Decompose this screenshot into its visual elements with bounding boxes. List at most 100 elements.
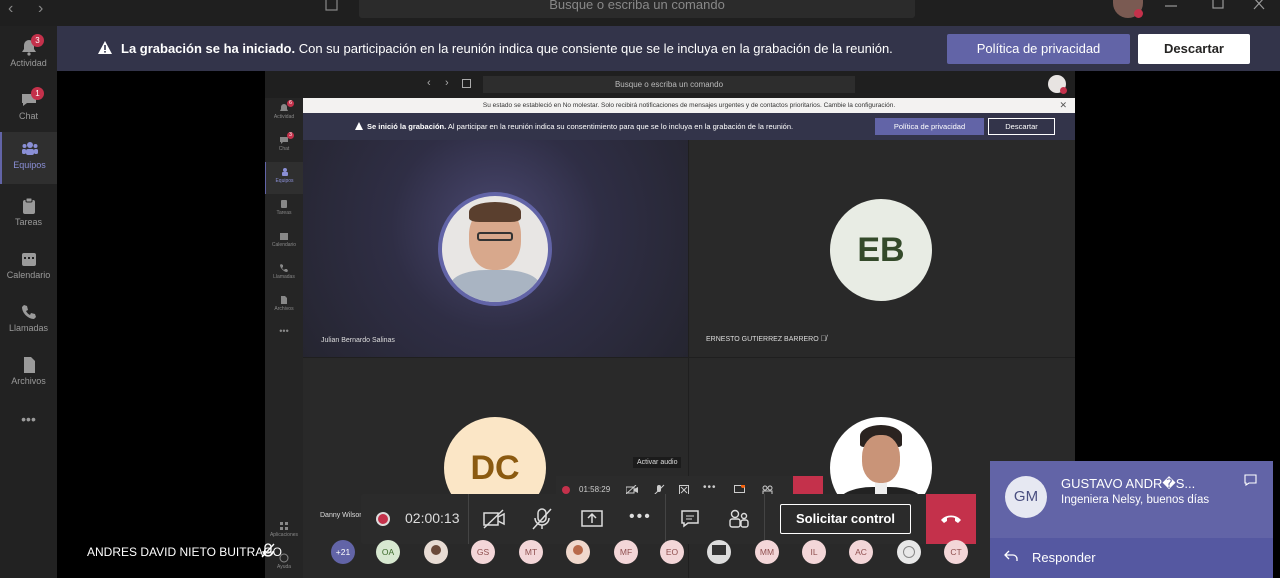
hang-up-button[interactable] (926, 494, 976, 544)
participant-photo[interactable] (566, 540, 590, 564)
request-control-button[interactable]: Solicitar control (780, 504, 911, 534)
video-tile-ernesto: EB ERNESTO GUTIERREZ BARRERO 🎙̸ (689, 140, 1075, 357)
open-chat-icon[interactable] (1244, 474, 1257, 486)
participants-icon[interactable] (729, 509, 749, 529)
warning-icon (98, 41, 112, 54)
participant-bubble[interactable]: MF (614, 540, 638, 564)
inner-timer: 01:58:29 (579, 485, 611, 494)
inner-dismiss-button: Descartar (988, 118, 1055, 135)
close-icon[interactable] (1253, 0, 1265, 10)
tooltip: Activar audio (633, 457, 682, 468)
mic-off-icon[interactable] (532, 507, 552, 531)
rail-item-calls[interactable]: Llamadas (0, 295, 57, 345)
sender-name: GUSTAVO ANDR�S... (1061, 476, 1196, 491)
status-dnd-icon (1134, 9, 1143, 18)
rail-item-files[interactable]: Archivos (0, 348, 57, 398)
participant-photo[interactable] (707, 540, 731, 564)
message-preview: Ingeniera Nelsy, buenos días (1061, 494, 1210, 506)
chat-notification[interactable]: GM GUSTAVO ANDR�S... Ingeniera Nelsy, bu… (990, 461, 1273, 578)
participant-bubble[interactable]: IL (802, 540, 826, 564)
inner-rail-more: ••• (279, 326, 289, 336)
participant-photo[interactable] (897, 540, 921, 564)
record-icon (376, 512, 390, 526)
notice-close-icon: ✕ (1059, 100, 1067, 110)
recording-message-bold: La grabación se ha iniciado. (121, 41, 296, 56)
participant-bubble[interactable]: CT (944, 540, 968, 564)
reply-button[interactable]: Responder (990, 538, 1273, 578)
video-tile-julian: Julian Bernardo Salinas (303, 140, 688, 357)
inner-back-icon: ‹ (427, 77, 431, 89)
rail-label: Calendario (6, 270, 51, 280)
recording-banner: La grabación se ha iniciado. Con su part… (57, 26, 1280, 71)
tile-name: Julian Bernardo Salinas (321, 337, 395, 344)
title-bar: ‹ › Busque o escriba un comando (0, 0, 1280, 26)
share-screen-icon[interactable] (581, 509, 603, 529)
rail-item-chat[interactable]: 1 Chat (0, 83, 57, 133)
chat-icon[interactable] (681, 510, 699, 528)
call-controls: 02:00:13 ••• Solicitar control (361, 494, 976, 544)
participant-bubble[interactable]: MM (755, 540, 779, 564)
tile-name: Danny Wilson (320, 512, 364, 519)
inner-record-icon (562, 486, 570, 494)
minimize-icon[interactable] (1165, 4, 1177, 8)
participant-bubble[interactable]: AC (849, 540, 873, 564)
rail-label: Tareas (14, 217, 42, 227)
divider (468, 494, 469, 544)
privacy-policy-button[interactable]: Política de privacidad (947, 34, 1130, 64)
participants-overflow[interactable]: +21 (331, 540, 355, 564)
inner-warning-icon (355, 122, 363, 130)
rail-item-calendar[interactable]: Calendario (0, 242, 57, 292)
compose-icon[interactable] (325, 0, 339, 12)
back-icon[interactable]: ‹ (8, 0, 13, 18)
inner-rail-calls: Llamadas (265, 258, 303, 290)
participant-bubble[interactable]: GS (471, 540, 495, 564)
inner-rail-teams: Equipos (265, 162, 303, 194)
participant-bubble[interactable]: EO (660, 540, 684, 564)
divider (764, 494, 765, 544)
teams-icon (21, 142, 38, 155)
inner-more-icon: ••• (703, 482, 717, 493)
dnd-notice: Su estado se estableció en No molestar. … (303, 98, 1075, 113)
phone-icon (21, 305, 36, 319)
reply-label: Responder (1032, 550, 1096, 565)
inner-title-bar: ‹ › Busque o escriba un comando (265, 71, 1075, 98)
activity-badge: 3 (31, 34, 44, 47)
inner-rail-chat: Chat 3 (265, 130, 303, 162)
rail-item-tasks[interactable]: Tareas (0, 189, 57, 239)
app-rail: 3 Actividad 1 Chat Equipos Tareas Calend… (0, 26, 57, 578)
participant-bubble[interactable]: OA (376, 540, 400, 564)
muted-mic-icon (261, 543, 275, 558)
reply-icon (1004, 550, 1018, 561)
inner-recording-banner: Se inició la grabación. Al participar en… (303, 113, 1075, 140)
inner-rail-files: Archivos (265, 290, 303, 322)
camera-off-icon[interactable] (483, 509, 505, 529)
rail-item-teams[interactable]: Equipos (0, 132, 57, 184)
search-input[interactable]: Busque o escriba un comando (359, 0, 915, 18)
maximize-icon[interactable] (1212, 0, 1224, 10)
recording-message-body: Con su participación en la reunión indic… (295, 41, 893, 56)
divider (665, 494, 666, 544)
inner-rail-activity: Actividad 6 (273, 100, 295, 120)
inner-compose-icon (462, 79, 471, 88)
self-name-label: ANDRES DAVID NIETO BUITRAGO (87, 545, 282, 559)
inner-forward-icon: › (445, 77, 449, 89)
rail-item-activity[interactable]: 3 Actividad (0, 30, 57, 80)
inner-search-input: Busque o escriba un comando (483, 76, 855, 93)
muted-mic-icon: 🎙̸ (820, 334, 827, 343)
recording-message: La grabación se ha iniciado. Con su part… (121, 41, 893, 56)
more-apps-icon[interactable]: ••• (0, 404, 57, 454)
more-options-icon[interactable]: ••• (629, 508, 652, 526)
inner-rail-calendar: Calendario (265, 226, 303, 258)
participant-initials: EB (830, 199, 932, 301)
rail-label: Chat (18, 111, 38, 121)
inner-privacy-button: Política de privacidad (875, 118, 984, 135)
forward-icon[interactable]: › (38, 0, 43, 18)
rail-label: Actividad (10, 58, 47, 68)
chat-badge: 1 (31, 87, 44, 100)
sender-avatar: GM (1005, 476, 1047, 518)
participant-photo[interactable] (424, 540, 448, 564)
dismiss-button[interactable]: Descartar (1138, 34, 1250, 64)
rail-label: Llamadas (8, 323, 49, 333)
inner-recording-message: Se inició la grabación. Al participar en… (367, 122, 794, 131)
participant-bubble[interactable]: MT (519, 540, 543, 564)
